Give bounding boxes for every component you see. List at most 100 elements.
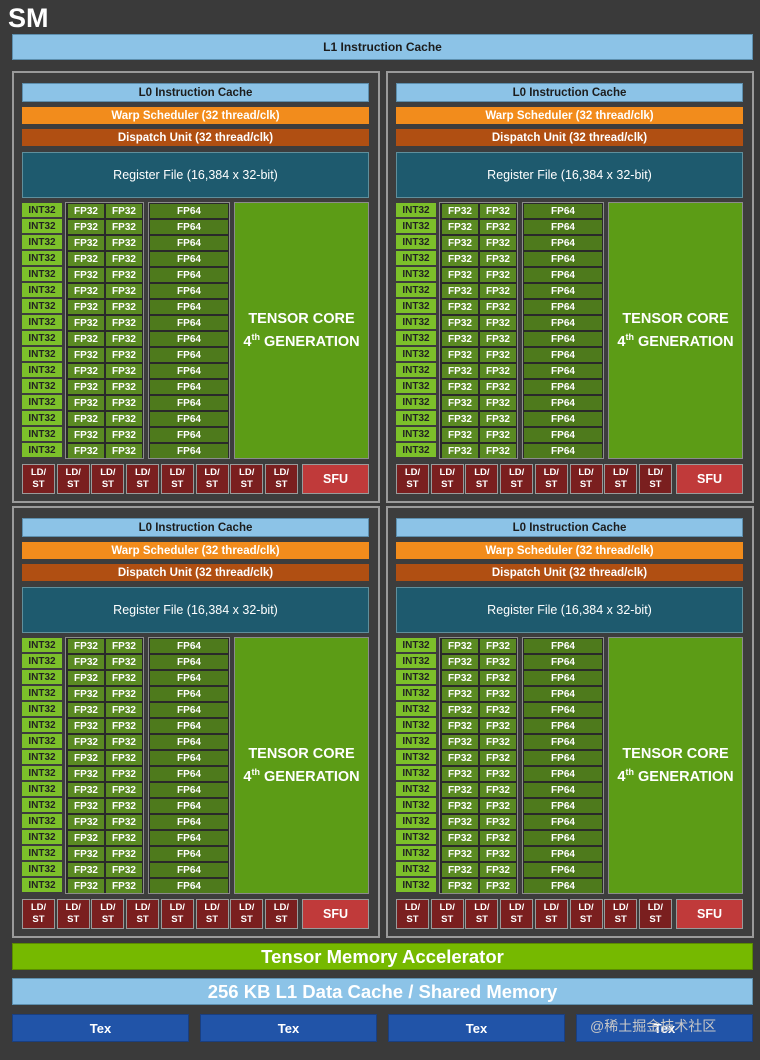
ld-st-bottom: ST [510,914,523,925]
fp32-unit: FP32 [442,751,478,765]
ld-st-unit: LD/ST [126,464,160,494]
fp32-unit: FP32 [68,815,104,829]
ld-st-unit: LD/ST [430,464,464,494]
int32-unit: INT32 [22,830,62,844]
sfu-unit: SFU [676,899,743,929]
fp64-unit: FP64 [524,348,602,362]
ld-st-top: LD/ [613,902,629,913]
ld-st-unit: LD/ST [534,899,568,929]
fp32-unit: FP32 [106,671,142,685]
fp32-unit: FP32 [68,735,104,749]
int32-unit: INT32 [22,766,62,780]
int32-unit: INT32 [22,878,62,892]
tensor-core-ordinal-suffix: th [251,767,260,778]
tensor-core-title: TENSOR CORE [622,746,729,763]
fp64-column: FP64 FP64 FP64 FP64 FP64 FP64 FP64 FP64 FP64 FP64… [148,637,230,894]
fp64-unit: FP64 [150,428,228,442]
fp32-unit: FP32 [480,655,516,669]
int32-unit: INT32 [396,670,436,684]
int32-unit: INT32 [22,331,62,345]
fp32-unit: FP32 [480,364,516,378]
int32-unit: INT32 [396,734,436,748]
l1-data-cache: 256 KB L1 Data Cache / Shared Memory [12,978,753,1005]
fp32-unit: FP32 [68,703,104,717]
fp32-column: FP32 FP32 FP32 FP32 FP32 FP32 FP32 FP32 FP32 FP32… [65,637,144,894]
fp64-unit: FP64 [150,815,228,829]
fp32-unit: FP32 [442,703,478,717]
fp32-unit: FP32 [68,364,104,378]
fp32-unit: FP32 [480,799,516,813]
int32-unit: INT32 [396,235,436,249]
fp32-unit: FP32 [106,204,142,218]
int32-unit: INT32 [22,702,62,716]
ld-st-unit: LD/ST [91,464,125,494]
ld-st-top: LD/ [239,902,255,913]
ld-st-top: LD/ [578,902,594,913]
l1-instruction-cache: L1 Instruction Cache [12,34,753,60]
fp64-unit: FP64 [524,863,602,877]
watermark: @稀土掘金技术社区 [590,1018,717,1034]
fp32-unit: FP32 [442,428,478,442]
int32-unit: INT32 [22,235,62,249]
ld-st-unit: LD/ST [230,899,264,929]
fp32-unit: FP32 [480,847,516,861]
ld-st-top: LD/ [65,902,81,913]
fp32-unit: FP32 [442,204,478,218]
ld-st-unit: LD/ST [534,464,568,494]
fp32-unit: FP32 [106,815,142,829]
ld-st-bottom: ST [205,914,219,925]
fp32-unit: FP32 [442,284,478,298]
int32-unit: INT32 [396,766,436,780]
fp32-unit: FP32 [68,300,104,314]
fp64-unit: FP64 [524,815,602,829]
ld-st-top: LD/ [30,902,47,913]
fp64-unit: FP64 [524,300,602,314]
tensor-core-title: TENSOR CORE [248,311,355,328]
fp64-unit: FP64 [150,348,228,362]
fp32-unit: FP32 [442,220,478,234]
fp64-unit: FP64 [524,428,602,442]
int32-unit: INT32 [396,702,436,716]
fp32-unit: FP32 [106,687,142,701]
fp32-unit: FP32 [106,364,142,378]
fp64-unit: FP64 [150,332,228,346]
ld-st-bottom: ST [240,914,253,925]
fp32-unit: FP32 [68,767,104,781]
int32-unit: INT32 [396,830,436,844]
fp32-unit: FP32 [68,332,104,346]
warp-scheduler: Warp Scheduler (32 thread/clk) [22,542,369,559]
ld-st-top: LD/ [100,467,116,478]
fp64-unit: FP64 [150,380,228,394]
int32-unit: INT32 [22,638,62,652]
fp32-unit: FP32 [442,444,478,458]
tensor-core-ordinal-suffix: th [625,332,634,343]
fp64-unit: FP64 [524,751,602,765]
fp32-unit: FP32 [68,316,104,330]
fp64-unit: FP64 [524,204,602,218]
ld-st-top: LD/ [204,902,220,913]
fp64-unit: FP64 [150,412,228,426]
fp64-unit: FP64 [524,879,602,893]
fp64-column: FP64 FP64 FP64 FP64 FP64 FP64 FP64 FP64 FP64 FP64… [522,637,604,894]
ld-st-bottom: ST [510,479,523,490]
fp32-unit: FP32 [106,380,142,394]
ld-st-unit: LD/ST [465,899,499,929]
tensor-core-generation-label: GENERATION [638,333,734,350]
ld-st-unit: LD/ST [604,464,638,494]
fp64-unit: FP64 [150,316,228,330]
int32-unit: INT32 [22,379,62,393]
ld-st-bottom: ST [545,479,558,490]
int32-unit: INT32 [22,814,62,828]
int32-unit: INT32 [22,654,62,668]
fp32-unit: FP32 [480,719,516,733]
fp64-unit: FP64 [524,687,602,701]
int32-unit: INT32 [396,251,436,265]
ld-st-unit: LD/ST [264,464,298,494]
fp32-unit: FP32 [480,300,516,314]
l0-instruction-cache: L0 Instruction Cache [396,518,743,537]
fp32-unit: FP32 [68,783,104,797]
int32-unit: INT32 [396,686,436,700]
tensor-memory-accelerator: Tensor Memory Accelerator [12,943,753,970]
int32-unit: INT32 [396,718,436,732]
fp32-unit: FP32 [106,396,142,410]
